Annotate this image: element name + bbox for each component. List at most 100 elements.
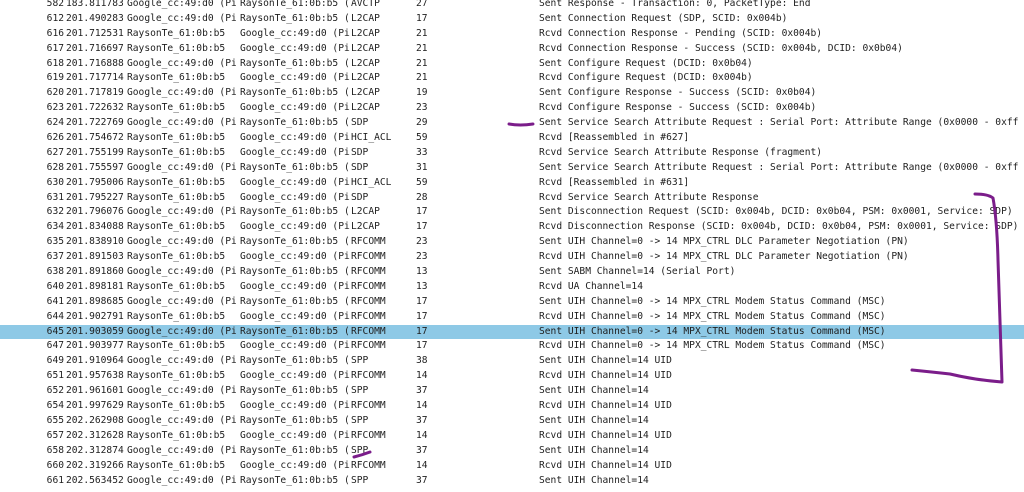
packet-time: 201.902791	[66, 310, 124, 322]
packet-source: Google_cc:49:d0 (Pi…	[127, 266, 236, 278]
packet-protocol: L2CAP	[351, 221, 380, 233]
packet-time: 201.838910	[66, 236, 124, 248]
packet-destination: Google_cc:49:d0 (Pi…	[240, 251, 350, 263]
packet-row[interactable]: 616 201.712531 RaysonTe_61:0b:b5 Google_cc:…	[0, 27, 1024, 42]
packet-number: 652	[46, 385, 64, 397]
packet-protocol: RFCOMM	[351, 370, 386, 382]
packet-row[interactable]: 627 201.755199 RaysonTe_61:0b:b5 Google_cc:…	[0, 146, 1024, 161]
packet-time: 201.834088	[66, 221, 124, 233]
packet-length: 38	[416, 355, 428, 367]
packet-protocol: SPP	[351, 444, 369, 456]
packet-destination: RaysonTe_61:0b:b5 (…	[240, 236, 350, 248]
packet-source: RaysonTe_61:0b:b5	[127, 400, 226, 412]
packet-number: 654	[46, 400, 64, 412]
packet-time: 201.722632	[66, 102, 124, 114]
packet-row[interactable]: 635 201.838910 Google_cc:49:d0 (Pi… RaysonT…	[0, 235, 1024, 250]
packet-time: 201.716697	[66, 42, 124, 54]
packet-number: 632	[46, 206, 64, 218]
packet-row[interactable]: 620 201.717819 Google_cc:49:d0 (Pi… RaysonT…	[0, 86, 1024, 101]
packet-length: 33	[416, 146, 428, 158]
packet-row[interactable]: 655 202.262908 Google_cc:49:d0 (Pi… RaysonT…	[0, 414, 1024, 429]
packet-row[interactable]: 651 201.957638 RaysonTe_61:0b:b5 Google_cc:…	[0, 369, 1024, 384]
packet-info: Sent Configure Response - Success (SCID:…	[539, 87, 817, 99]
packet-number: 634	[46, 221, 64, 233]
packet-protocol: SPP	[351, 414, 369, 426]
packet-row[interactable]: 631 201.795227 RaysonTe_61:0b:b5 Google_cc:…	[0, 191, 1024, 206]
packet-number: 616	[46, 27, 64, 39]
packet-row[interactable]: 623 201.722632 RaysonTe_61:0b:b5 Google_cc:…	[0, 101, 1024, 116]
packet-row[interactable]: 647 201.903977 RaysonTe_61:0b:b5 Google_cc:…	[0, 339, 1024, 354]
packet-number: 661	[46, 474, 64, 486]
packet-row[interactable]: 649 201.910964 Google_cc:49:d0 (Pi… RaysonT…	[0, 354, 1024, 369]
packet-length: 37	[416, 385, 428, 397]
packet-destination: Google_cc:49:d0 (Pi…	[240, 42, 350, 54]
packet-number: 612	[46, 12, 64, 24]
packet-row[interactable]: 638 201.891860 Google_cc:49:d0 (Pi… RaysonT…	[0, 265, 1024, 280]
packet-protocol: AVCTP	[351, 0, 380, 9]
packet-protocol: RFCOMM	[351, 310, 386, 322]
packet-number: 641	[46, 295, 64, 307]
packet-protocol: HCI_ACL	[351, 132, 392, 144]
packet-row[interactable]: 582 183.811783 Google_cc:49:d0 (Pi… RaysonT…	[0, 0, 1024, 12]
packet-protocol: L2CAP	[351, 206, 380, 218]
packet-row[interactable]: 637 201.891503 RaysonTe_61:0b:b5 Google_cc:…	[0, 250, 1024, 265]
packet-row[interactable]: 617 201.716697 RaysonTe_61:0b:b5 Google_cc:…	[0, 42, 1024, 57]
packet-destination: Google_cc:49:d0 (Pi…	[240, 176, 350, 188]
packet-length: 27	[416, 0, 428, 9]
packet-time: 201.717819	[66, 87, 124, 99]
packet-row-selected[interactable]: 645 201.903059 Google_cc:49:d0 (Pi… RaysonT…	[0, 324, 1024, 340]
packet-row[interactable]: 630 201.795006 RaysonTe_61:0b:b5 Google_cc:…	[0, 176, 1024, 191]
packet-destination: RaysonTe_61:0b:b5 (…	[240, 325, 350, 337]
packet-protocol: HCI_ACL	[351, 176, 392, 188]
packet-row[interactable]: 634 201.834088 RaysonTe_61:0b:b5 Google_cc:…	[0, 220, 1024, 235]
packet-protocol: RFCOMM	[351, 251, 386, 263]
packet-protocol: SDP	[351, 146, 369, 158]
packet-destination: Google_cc:49:d0 (Pi…	[240, 459, 350, 471]
packet-row[interactable]: 632 201.796076 Google_cc:49:d0 (Pi… RaysonT…	[0, 205, 1024, 220]
packet-row[interactable]: 652 201.961601 Google_cc:49:d0 (Pi… RaysonT…	[0, 384, 1024, 399]
packet-row[interactable]: 661 202.563452 Google_cc:49:d0 (Pi… RaysonT…	[0, 474, 1024, 489]
packet-row[interactable]: 618 201.716888 Google_cc:49:d0 (Pi… RaysonT…	[0, 57, 1024, 72]
packet-row[interactable]: 640 201.898181 RaysonTe_61:0b:b5 Google_cc:…	[0, 280, 1024, 295]
packet-protocol: RFCOMM	[351, 266, 386, 278]
packet-destination: RaysonTe_61:0b:b5 (…	[240, 474, 350, 486]
packet-row[interactable]: 612 201.490283 Google_cc:49:d0 (Pi… RaysonT…	[0, 12, 1024, 27]
packet-number: 631	[46, 191, 64, 203]
packet-row[interactable]: 624 201.722769 Google_cc:49:d0 (Pi… RaysonT…	[0, 116, 1024, 131]
packet-source: RaysonTe_61:0b:b5	[127, 102, 226, 114]
packet-info: Rcvd Connection Response - Pending (SCID…	[539, 27, 823, 39]
packet-length: 14	[416, 400, 428, 412]
packet-info: Rcvd [Reassembled in #631]	[539, 176, 690, 188]
packet-protocol: L2CAP	[351, 57, 380, 69]
packet-source: Google_cc:49:d0 (Pi…	[127, 57, 236, 69]
packet-row[interactable]: 628 201.755597 Google_cc:49:d0 (Pi… RaysonT…	[0, 161, 1024, 176]
packet-destination: Google_cc:49:d0 (Pi…	[240, 400, 350, 412]
packet-row[interactable]: 641 201.898685 Google_cc:49:d0 (Pi… RaysonT…	[0, 295, 1024, 310]
packet-list[interactable]: 582 183.811783 Google_cc:49:d0 (Pi… RaysonT…	[0, 0, 1024, 488]
packet-destination: Google_cc:49:d0 (Pi…	[240, 370, 350, 382]
packet-row[interactable]: 619 201.717714 RaysonTe_61:0b:b5 Google_cc:…	[0, 71, 1024, 86]
packet-row[interactable]: 660 202.319266 RaysonTe_61:0b:b5 Google_cc:…	[0, 459, 1024, 474]
packet-row[interactable]: 644 201.902791 RaysonTe_61:0b:b5 Google_cc:…	[0, 310, 1024, 325]
packet-row[interactable]: 626 201.754672 RaysonTe_61:0b:b5 Google_cc:…	[0, 131, 1024, 146]
packet-row[interactable]: 654 201.997629 RaysonTe_61:0b:b5 Google_cc:…	[0, 399, 1024, 414]
packet-protocol: RFCOMM	[351, 429, 386, 441]
packet-info: Rcvd Configure Response - Success (SCID:…	[539, 102, 817, 114]
packet-time: 201.795227	[66, 191, 124, 203]
packet-number: 640	[46, 280, 64, 292]
packet-length: 37	[416, 474, 428, 486]
packet-info: Rcvd UIH Channel=14 UID	[539, 429, 672, 441]
packet-info: Rcvd Disconnection Response (SCID: 0x004…	[539, 221, 1019, 233]
packet-source: RaysonTe_61:0b:b5	[127, 429, 226, 441]
packet-length: 37	[416, 414, 428, 426]
packet-time: 202.312628	[66, 429, 124, 441]
packet-row[interactable]: 658 202.312874 Google_cc:49:d0 (Pi… RaysonT…	[0, 444, 1024, 459]
packet-row[interactable]: 657 202.312628 RaysonTe_61:0b:b5 Google_cc:…	[0, 429, 1024, 444]
packet-time: 202.312874	[66, 444, 124, 456]
packet-destination: RaysonTe_61:0b:b5 (…	[240, 161, 350, 173]
packet-length: 14	[416, 429, 428, 441]
packet-time: 201.717714	[66, 72, 124, 84]
packet-source: Google_cc:49:d0 (Pi…	[127, 444, 236, 456]
packet-source: RaysonTe_61:0b:b5	[127, 191, 226, 203]
packet-length: 31	[416, 161, 428, 173]
